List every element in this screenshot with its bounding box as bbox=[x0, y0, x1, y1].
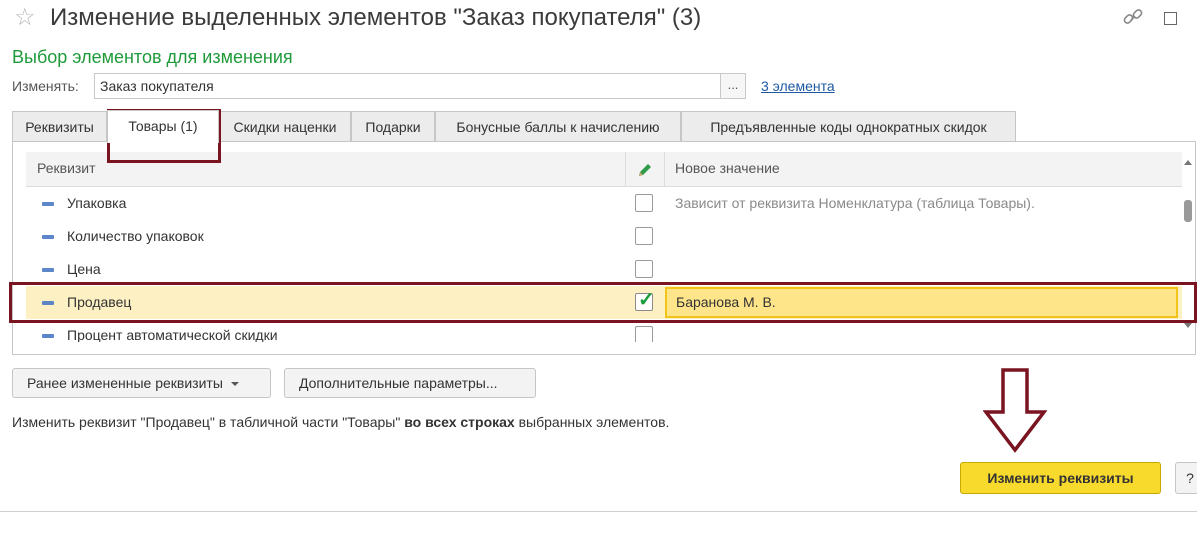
change-label: Изменять: bbox=[12, 78, 79, 94]
hint-text: Изменить реквизит "Продавец" в табличной… bbox=[12, 414, 670, 430]
row-checkbox[interactable] bbox=[635, 260, 653, 278]
link-icon[interactable] bbox=[1122, 7, 1144, 27]
row-highlight-frame bbox=[9, 282, 1197, 323]
scroll-up-icon[interactable] bbox=[1184, 160, 1192, 165]
maximize-icon[interactable] bbox=[1164, 12, 1177, 25]
row-checkbox[interactable] bbox=[635, 227, 653, 245]
new-value[interactable]: Зависит от реквизита Номенклатура (табли… bbox=[675, 187, 1035, 220]
chevron-down-icon bbox=[230, 382, 239, 387]
previous-changes-label: Ранее измененные реквизиты bbox=[27, 375, 223, 391]
previous-changes-button[interactable]: Ранее измененные реквизиты bbox=[12, 368, 271, 398]
attribute-name: Количество упаковок bbox=[67, 228, 204, 244]
scroll-down-icon[interactable] bbox=[1184, 323, 1192, 328]
select-button[interactable]: ... bbox=[720, 73, 746, 99]
column-header-new-value[interactable]: Новое значение bbox=[675, 152, 780, 187]
row-checkbox[interactable] bbox=[635, 326, 653, 342]
tab-gifts[interactable]: Подарки bbox=[351, 111, 435, 142]
window-title: Изменение выделенных элементов "Заказ по… bbox=[50, 4, 702, 31]
attribute-icon bbox=[42, 268, 54, 272]
tab-requisites[interactable]: Реквизиты bbox=[12, 111, 107, 142]
table-row[interactable]: Количество упаковок bbox=[26, 220, 1182, 253]
attribute-icon bbox=[42, 202, 54, 206]
tab-goods[interactable]: Товары (1) bbox=[107, 110, 219, 143]
divider bbox=[0, 511, 1197, 512]
elements-count-link[interactable]: 3 элемента bbox=[761, 77, 835, 95]
attribute-icon bbox=[42, 235, 54, 239]
attribute-name: Упаковка bbox=[67, 195, 127, 211]
table-row[interactable]: Упаковка Зависит от реквизита Номенклату… bbox=[26, 187, 1182, 220]
tab-discount-codes[interactable]: Предъявленные коды однократных скидок bbox=[681, 111, 1016, 142]
help-button[interactable]: ? bbox=[1175, 462, 1197, 494]
section-title: Выбор элементов для изменения bbox=[12, 47, 293, 67]
row-checkbox[interactable] bbox=[635, 194, 653, 212]
change-object-input[interactable]: Заказ покупателя bbox=[94, 73, 720, 99]
tab-bonus-points[interactable]: Бонусные баллы к начислению bbox=[435, 111, 681, 142]
tab-discounts[interactable]: Скидки наценки bbox=[219, 111, 351, 142]
pencil-icon bbox=[639, 164, 651, 176]
tabs-bar: Реквизиты Товары (1) Скидки наценки Пода… bbox=[12, 110, 1016, 143]
additional-parameters-button[interactable]: Дополнительные параметры... bbox=[284, 368, 536, 398]
apply-changes-button[interactable]: Изменить реквизиты bbox=[960, 462, 1161, 494]
scroll-thumb[interactable] bbox=[1184, 200, 1192, 222]
down-arrow-icon bbox=[983, 368, 1047, 453]
column-header-attribute[interactable]: Реквизит bbox=[37, 152, 96, 187]
attribute-icon bbox=[42, 334, 54, 338]
favorite-star-icon[interactable]: ☆ bbox=[14, 4, 36, 32]
